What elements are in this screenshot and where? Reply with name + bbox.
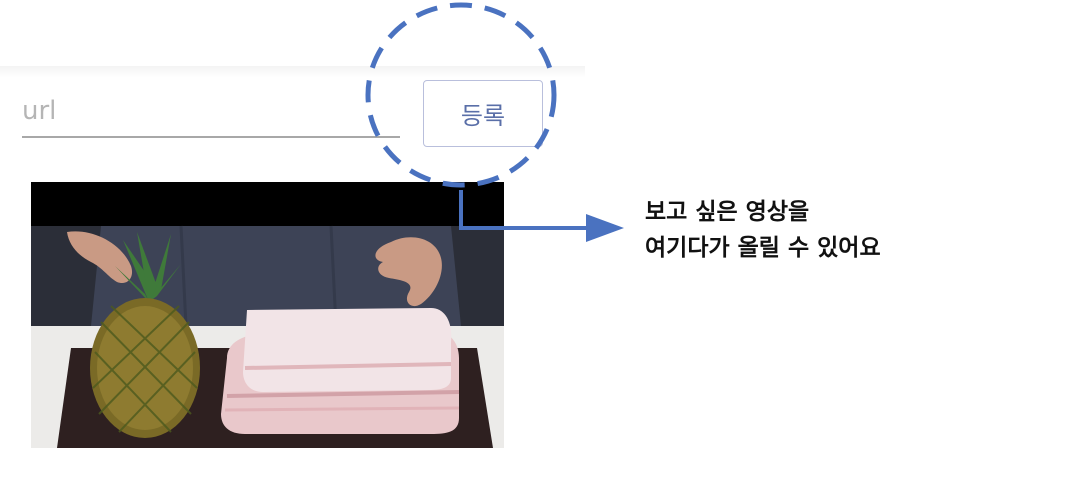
register-button[interactable]: 등록 <box>423 80 543 147</box>
callout-line-1: 보고 싶은 영상을 <box>645 199 810 225</box>
url-input[interactable] <box>22 86 400 138</box>
video-thumbnail-image <box>31 182 504 448</box>
video-thumbnail[interactable] <box>31 182 504 448</box>
callout-arrow-icon <box>586 214 624 242</box>
top-bar-shadow <box>0 66 585 78</box>
callout-text: 보고 싶은 영상을 여기다가 올릴 수 있어요 <box>645 194 881 266</box>
callout-line-2: 여기다가 올릴 수 있어요 <box>645 235 881 261</box>
